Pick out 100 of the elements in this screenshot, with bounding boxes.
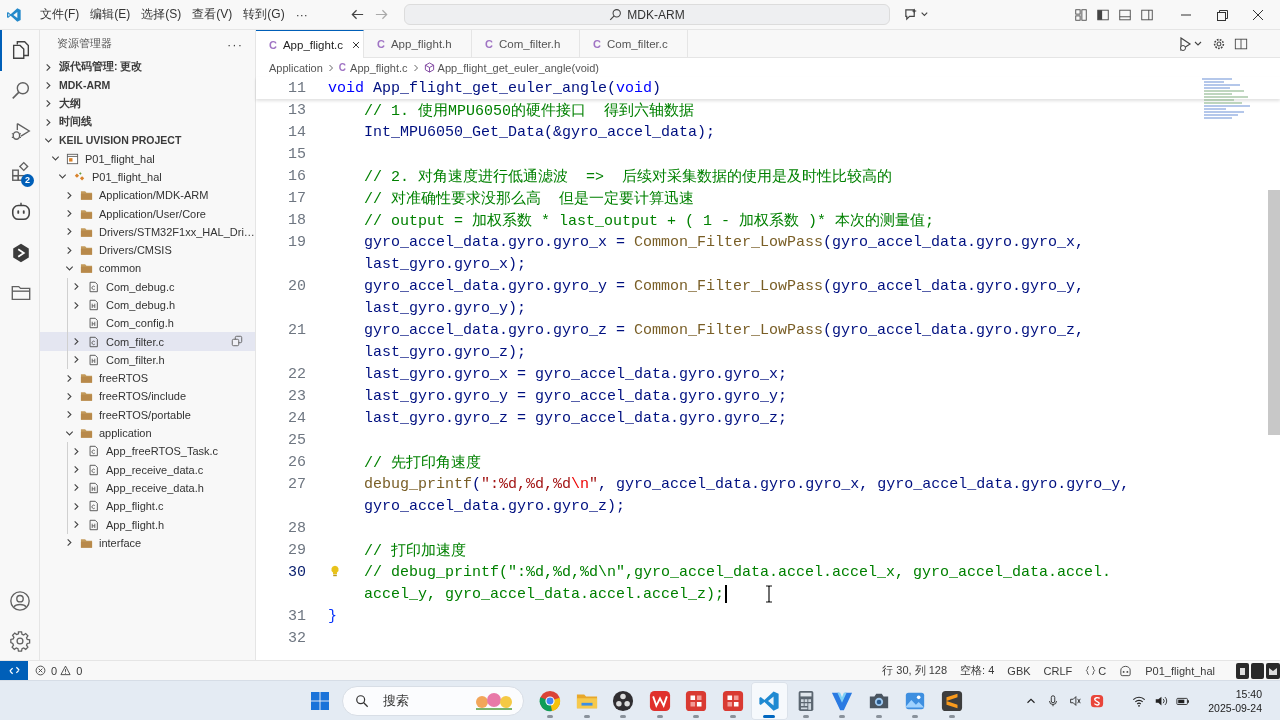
three-dots-disc-icon xyxy=(612,689,635,712)
tree-item[interactable]: common xyxy=(40,259,255,278)
tree-item[interactable]: Com_debug.h xyxy=(40,295,255,315)
status-item[interactable]: CRLF xyxy=(1043,664,1073,677)
menu-item[interactable]: 转到(G) xyxy=(239,6,289,23)
sidebar-toggle-icon[interactable] xyxy=(1096,7,1110,22)
copy-icon[interactable] xyxy=(231,335,243,348)
menu-item[interactable]: 选择(S) xyxy=(137,6,186,23)
code-line: gyro_accel_data.gyro.gyro_x = Common_Filter_LowPass(gyro_accel_data.gyro.gyro_x, xyxy=(364,233,1085,251)
command-center[interactable]: MDK-ARM xyxy=(404,4,890,25)
line-number: 31 xyxy=(288,607,306,625)
remote-button[interactable] xyxy=(0,661,28,680)
status-item[interactable]: 行 30, 列 128 xyxy=(882,663,948,678)
status-item[interactable]: P01_flight_hal xyxy=(1145,664,1215,677)
line-number: 19 xyxy=(288,233,306,251)
tree-item[interactable]: Drivers/CMSIS xyxy=(40,240,255,260)
account-icon[interactable] xyxy=(8,590,31,612)
close-icon[interactable] xyxy=(351,39,362,50)
tree-item[interactable]: App_receive_data.h xyxy=(40,478,255,498)
settings-icon[interactable] xyxy=(8,630,31,652)
more-menu[interactable]: ··· xyxy=(291,7,312,22)
sticky-code-line[interactable]: void App_flight_get_euler_angle(void) xyxy=(328,79,662,97)
folder-icon xyxy=(80,207,93,220)
section-header[interactable]: 大纲 xyxy=(40,94,255,113)
editor-tab[interactable]: C Com_filter.c xyxy=(580,30,688,58)
line-number: 23 xyxy=(288,387,306,405)
status-item[interactable]: 空格: 4 xyxy=(960,663,995,678)
line-number: 17 xyxy=(288,189,306,207)
more-actions[interactable]: ··· xyxy=(227,36,243,52)
tree-item[interactable]: Application/MDK-ARM xyxy=(40,186,255,205)
squares-logo-icon[interactable] xyxy=(310,690,330,711)
editor-tab[interactable]: C Com_filter.h xyxy=(472,30,580,58)
tree-item[interactable]: App_flight.h xyxy=(40,515,255,534)
problems-indicator[interactable]: 0 0 xyxy=(35,664,83,677)
tree-item[interactable]: interface xyxy=(40,533,255,552)
tree-item[interactable]: P01_flight_hal xyxy=(40,149,255,168)
remote-icon xyxy=(7,664,21,677)
blocks-icon xyxy=(9,160,32,183)
c-file-icon: C xyxy=(338,62,347,73)
tree-item[interactable]: freeRTOS/portable xyxy=(40,405,255,424)
h-file-icon xyxy=(87,353,100,366)
clock-time[interactable]: 15:40 xyxy=(1235,686,1262,701)
breadcrumb-item[interactable]: App_flight_get_euler_angle(void) xyxy=(423,61,599,74)
tree-item[interactable]: Application/User/Core xyxy=(40,204,255,223)
project-window-icon xyxy=(66,152,79,165)
section-header[interactable]: 时间线 xyxy=(40,112,255,132)
breadcrumb-item[interactable]: C App_flight.c xyxy=(338,61,408,74)
status-item[interactable]: GBK xyxy=(1007,664,1031,677)
robot-face-icon[interactable] xyxy=(1119,664,1133,677)
run-icon[interactable] xyxy=(1178,35,1204,52)
tree-item[interactable]: P01_flight_hal xyxy=(40,167,255,187)
code-line: gyro_accel_data.gyro.gyro_z = Common_Filter_LowPass(gyro_accel_data.gyro.gyro_z, xyxy=(364,321,1085,339)
diamonds-icon xyxy=(73,170,86,183)
h-file-icon xyxy=(87,317,100,330)
back-arrow-icon[interactable] xyxy=(350,7,365,22)
split-editor-icon[interactable] xyxy=(1234,36,1248,51)
muted-speaker-icon[interactable] xyxy=(1068,693,1083,708)
tree-item[interactable]: App_flight.c xyxy=(40,497,255,516)
tree-item[interactable]: application xyxy=(40,423,255,443)
section-header[interactable]: MDK-ARM xyxy=(40,76,255,95)
tree-item[interactable]: Drivers/STM32F1xx_HAL_Dri… xyxy=(40,222,255,241)
folder-icon xyxy=(80,262,93,275)
line-number: 24 xyxy=(288,409,306,427)
search-icon xyxy=(355,693,369,708)
scrollbar-thumb[interactable] xyxy=(1268,190,1280,435)
layout-grid-icon[interactable] xyxy=(1074,7,1088,22)
tree-item[interactable]: Com_filter.c xyxy=(40,332,255,351)
menu-item[interactable]: 查看(V) xyxy=(188,6,237,23)
section-header[interactable]: KEIL UVISION PROJECT xyxy=(40,131,255,150)
tree-item[interactable]: App_receive_data.c xyxy=(40,460,255,479)
line-number: 15 xyxy=(288,145,306,163)
secondary-sidebar-icon[interactable] xyxy=(1140,7,1154,22)
tree-item[interactable]: Com_debug.c xyxy=(40,277,255,296)
language-mode[interactable]: C xyxy=(1085,664,1107,677)
colored-dots-doodle-icon xyxy=(474,690,514,711)
editor-tab[interactable]: C App_flight.h xyxy=(364,30,472,58)
app-logo-icon xyxy=(6,6,22,23)
sparkle-chat-icon[interactable] xyxy=(904,7,930,22)
clock-date[interactable]: 2025-09-24 xyxy=(1208,700,1262,715)
taskbar-button[interactable] xyxy=(751,681,788,720)
tree-item[interactable]: freeRTOS xyxy=(40,369,255,388)
editor-tab[interactable]: C App_flight.c xyxy=(256,30,364,58)
round-browser-icon xyxy=(539,689,562,712)
tree-item[interactable]: freeRTOS/include xyxy=(40,387,255,406)
settings-icon[interactable] xyxy=(1212,36,1226,51)
breadcrumb-item[interactable]: Application xyxy=(269,61,323,74)
menu-item[interactable]: 编辑(E) xyxy=(86,6,135,23)
line-number: 28 xyxy=(288,519,306,537)
folder-icon xyxy=(80,244,93,257)
search-field[interactable]: 搜索 xyxy=(342,685,524,716)
section-header[interactable]: 源代码管理: 更改 xyxy=(40,58,255,77)
tree-item[interactable]: Com_filter.h xyxy=(40,350,255,370)
tree-item[interactable]: App_freeRTOS_Task.c xyxy=(40,442,255,461)
panel-toggle-icon[interactable] xyxy=(1118,7,1132,22)
input-method-icon[interactable] xyxy=(1090,693,1105,708)
menu-item[interactable]: 文件(F) xyxy=(36,6,84,23)
extensions-button[interactable]: 2 xyxy=(0,151,39,192)
code-line: // 2. 对角速度进行低通滤波 => 后续对采集数据的使用是及时性比较高的 xyxy=(364,167,893,186)
line-number: 29 xyxy=(288,541,306,559)
line-number: 14 xyxy=(288,123,306,141)
